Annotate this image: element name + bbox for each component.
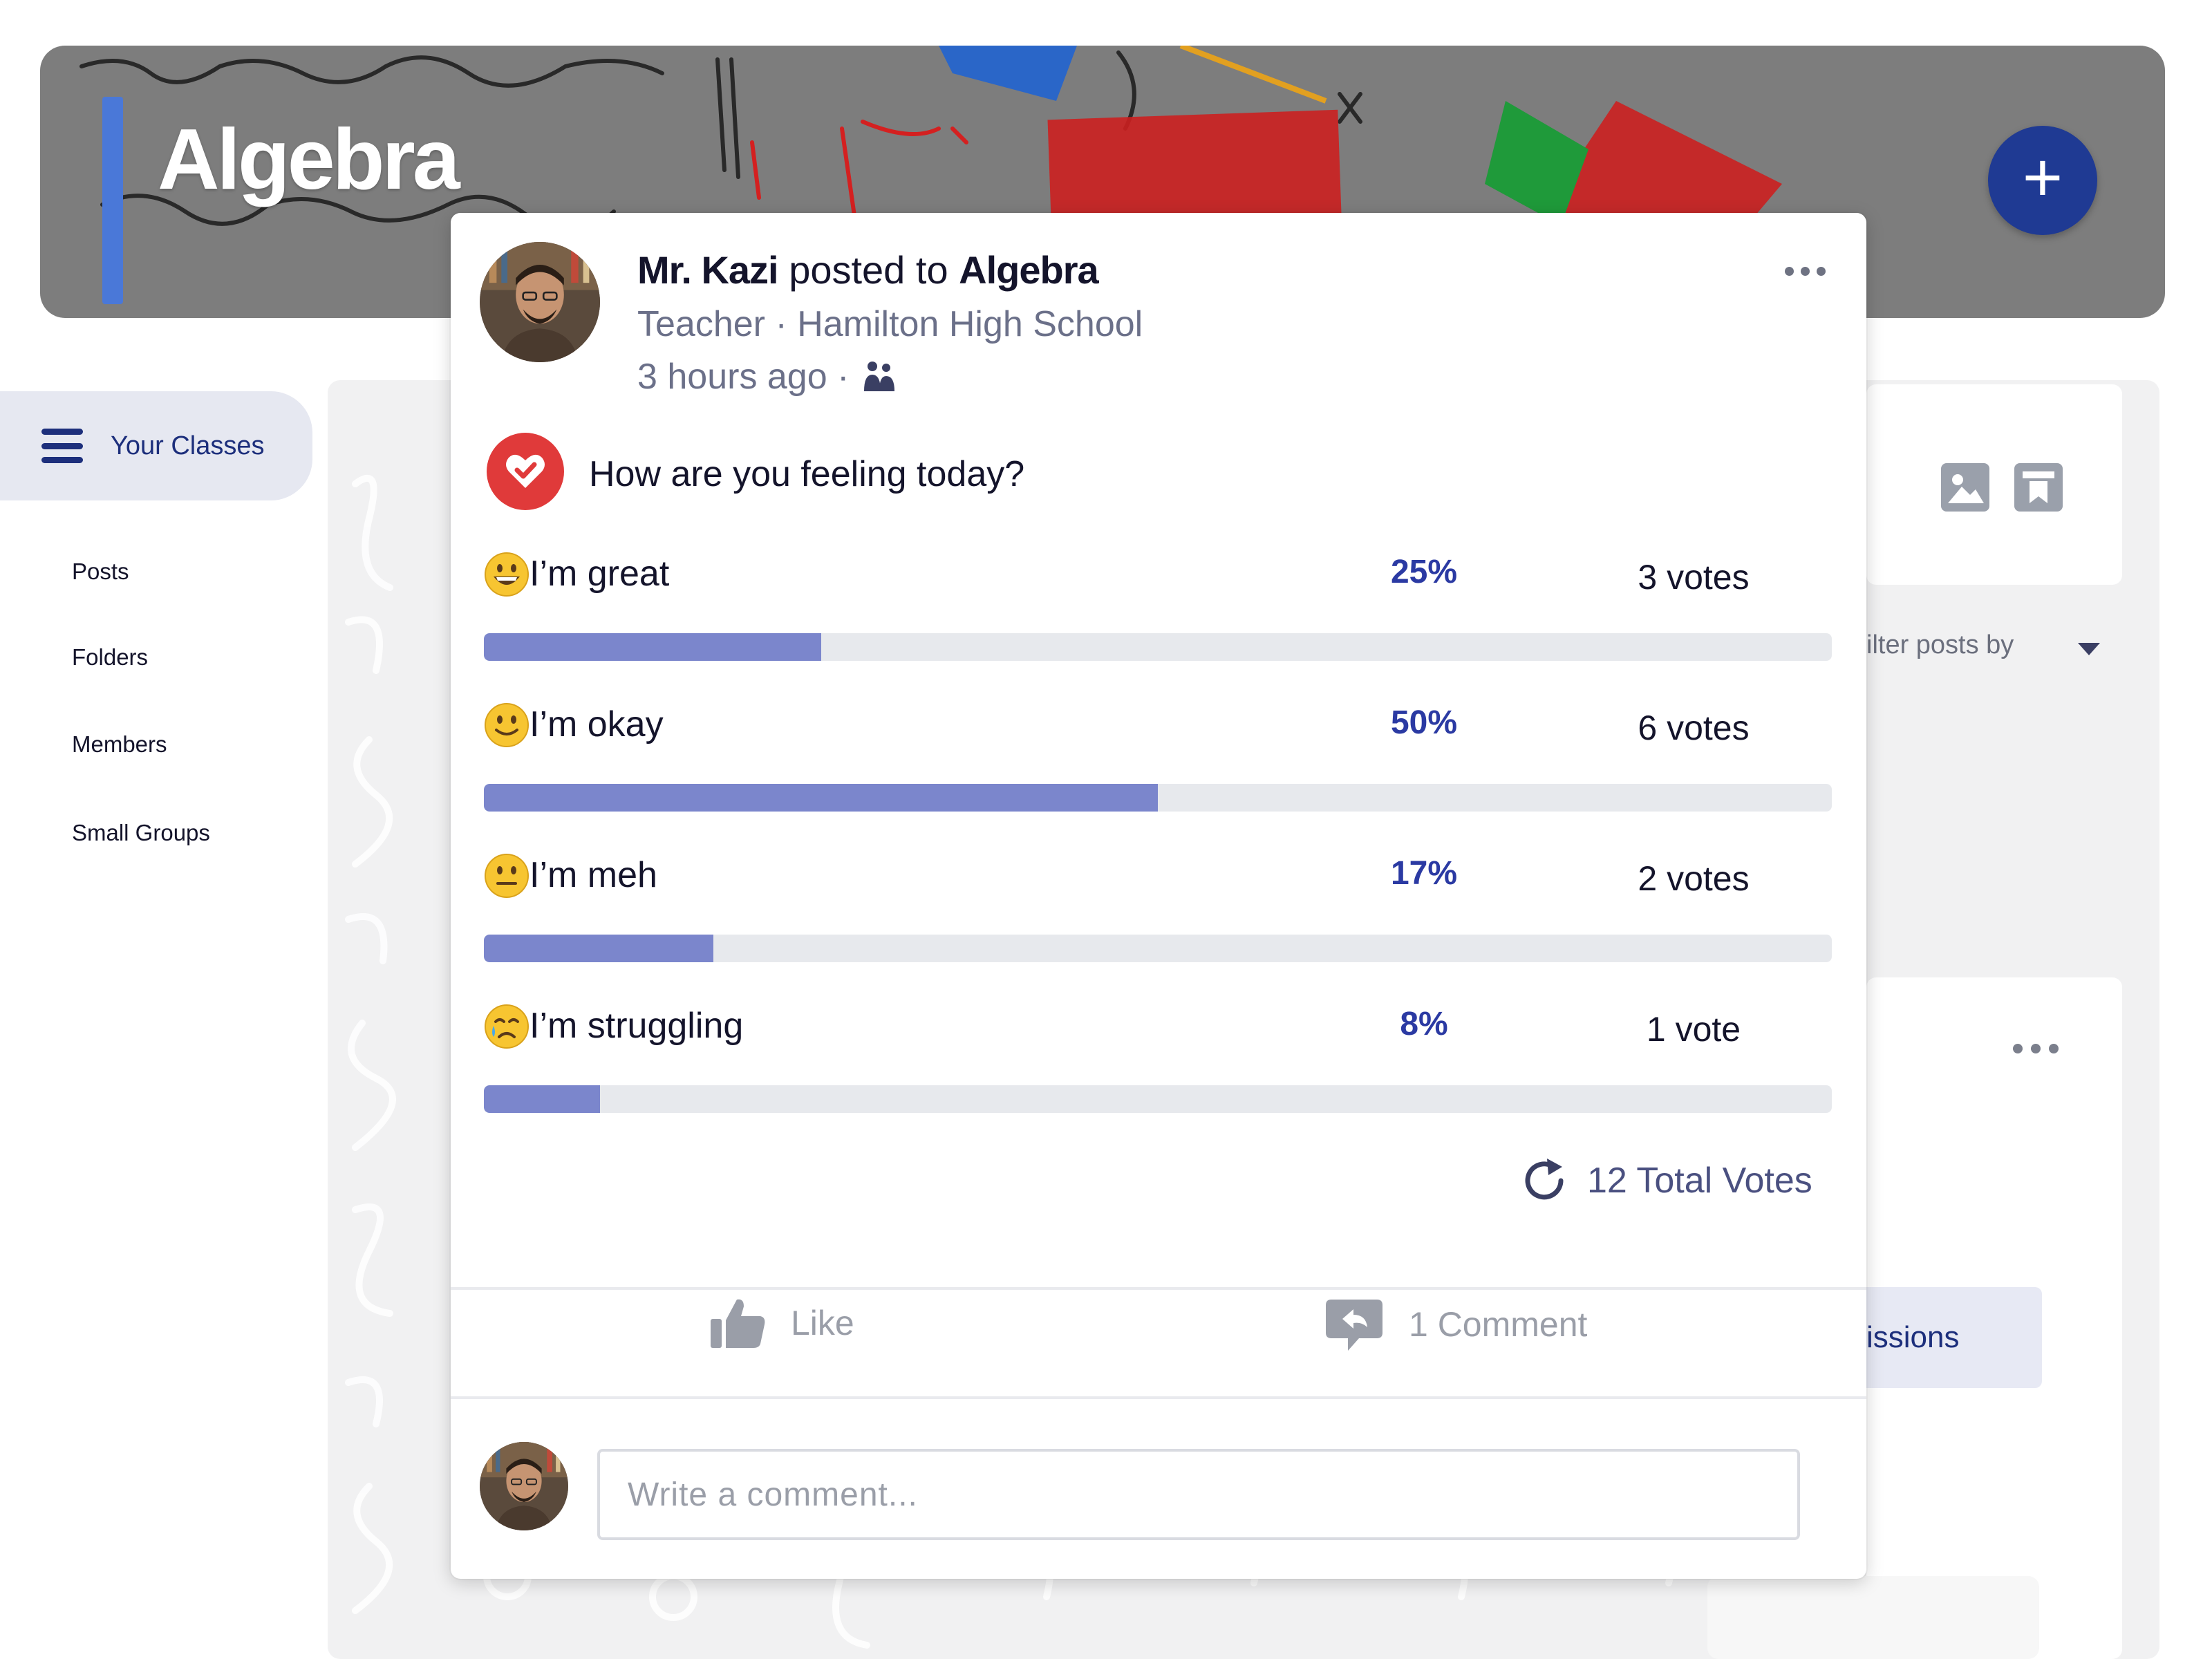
your-classes-label: Your Classes bbox=[111, 431, 265, 460]
comment-input[interactable] bbox=[597, 1449, 1800, 1540]
poll-option[interactable]: I’m meh 17% 2 votes bbox=[484, 850, 1832, 982]
post-composer-card bbox=[1866, 384, 2122, 585]
poll-heart-icon bbox=[487, 433, 564, 510]
your-classes-button[interactable]: Your Classes bbox=[0, 391, 312, 500]
add-button[interactable]: + bbox=[1988, 126, 2097, 235]
poll-option-votes: 6 votes bbox=[1638, 709, 1750, 747]
current-user-avatar bbox=[480, 1442, 568, 1530]
hamburger-menu-icon bbox=[41, 429, 83, 463]
permissions-button[interactable]: issions bbox=[1866, 1287, 2042, 1388]
plus-icon: + bbox=[2022, 139, 2063, 216]
sidebar-item-posts[interactable]: Posts bbox=[72, 559, 129, 585]
post-header: Mr. Kazi posted to Algebra bbox=[637, 247, 1143, 292]
poll-option-label[interactable]: I’m okay bbox=[529, 704, 664, 745]
more-options-icon[interactable] bbox=[2013, 1044, 2059, 1053]
poll-progress-fill bbox=[484, 935, 713, 962]
total-votes[interactable]: 12 Total Votes bbox=[1521, 1157, 1812, 1204]
poll-progress-fill bbox=[484, 633, 821, 661]
refresh-icon bbox=[1525, 1159, 1564, 1200]
comment-count-label: 1 Comment bbox=[1409, 1305, 1588, 1344]
poll-option[interactable]: I’m great 25% 3 votes bbox=[484, 549, 1832, 680]
grinning-face-icon bbox=[485, 552, 529, 597]
audience-icon bbox=[864, 362, 895, 391]
image-icon[interactable] bbox=[1941, 463, 1989, 512]
filter-posts-label[interactable]: ilter posts by bbox=[1866, 630, 2014, 660]
feed-card-partial bbox=[1707, 1576, 2039, 1659]
poll-progress-bar bbox=[484, 935, 1832, 962]
sidebar-item-folders[interactable]: Folders bbox=[72, 644, 148, 671]
poll-option-percent: 50% bbox=[1390, 704, 1458, 741]
like-label: Like bbox=[791, 1304, 854, 1342]
author-name[interactable]: Mr. Kazi bbox=[637, 248, 779, 292]
banner-accent-bar bbox=[102, 97, 123, 304]
poll-option-votes: 3 votes bbox=[1638, 558, 1750, 597]
poll-option[interactable]: I’m struggling 8% 1 vote bbox=[484, 1001, 1832, 1132]
class-link[interactable]: Algebra bbox=[959, 248, 1098, 292]
poll-post-card: Mr. Kazi posted to Algebra Teacher · Ham… bbox=[451, 213, 1866, 1579]
poll-question: How are you feeling today? bbox=[589, 454, 1025, 494]
author-role: Teacher · Hamilton High School bbox=[637, 304, 1143, 344]
like-button[interactable]: Like bbox=[709, 1297, 854, 1349]
poll-option-percent: 25% bbox=[1390, 554, 1458, 590]
divider bbox=[451, 1396, 1866, 1399]
comment-reply-icon bbox=[1326, 1300, 1382, 1351]
poll-option-label[interactable]: I’m great bbox=[529, 553, 669, 594]
poll-progress-bar bbox=[484, 1085, 1832, 1113]
crying-face-icon bbox=[485, 1004, 529, 1049]
posted-to-text: posted to bbox=[789, 248, 948, 292]
poll-option-label[interactable]: I’m meh bbox=[529, 854, 657, 896]
poll-progress-bar bbox=[484, 784, 1832, 812]
chevron-down-icon[interactable] bbox=[2078, 643, 2100, 655]
permissions-button-label: issions bbox=[1866, 1320, 1960, 1354]
class-title: Algebra bbox=[158, 112, 460, 207]
total-votes-label: 12 Total Votes bbox=[1587, 1161, 1812, 1201]
author-avatar[interactable] bbox=[480, 242, 600, 362]
poll-option-votes: 1 vote bbox=[1646, 1010, 1741, 1049]
comment-button[interactable]: 1 Comment bbox=[1324, 1297, 1587, 1352]
post-options-icon[interactable] bbox=[1785, 267, 1826, 276]
neutral-face-icon bbox=[485, 854, 529, 898]
poll-option-percent: 8% bbox=[1400, 1006, 1448, 1042]
poll-option-label[interactable]: I’m struggling bbox=[529, 1005, 743, 1047]
post-timestamp: 3 hours ago · bbox=[637, 357, 850, 397]
poll-progress-fill bbox=[484, 784, 1158, 812]
divider bbox=[451, 1287, 1866, 1290]
poll-option-percent: 17% bbox=[1390, 855, 1458, 892]
poll-option[interactable]: I’m okay 50% 6 votes bbox=[484, 700, 1832, 831]
bookmark-icon[interactable] bbox=[2014, 463, 2063, 512]
poll-progress-bar bbox=[484, 633, 1832, 661]
thumbs-up-icon bbox=[711, 1299, 765, 1348]
sidebar-item-members[interactable]: Members bbox=[72, 731, 167, 758]
poll-option-votes: 2 votes bbox=[1638, 859, 1750, 898]
slightly-smiling-face-icon bbox=[485, 703, 529, 747]
sidebar-item-small-groups[interactable]: Small Groups bbox=[72, 820, 210, 846]
poll-progress-fill bbox=[484, 1085, 600, 1113]
